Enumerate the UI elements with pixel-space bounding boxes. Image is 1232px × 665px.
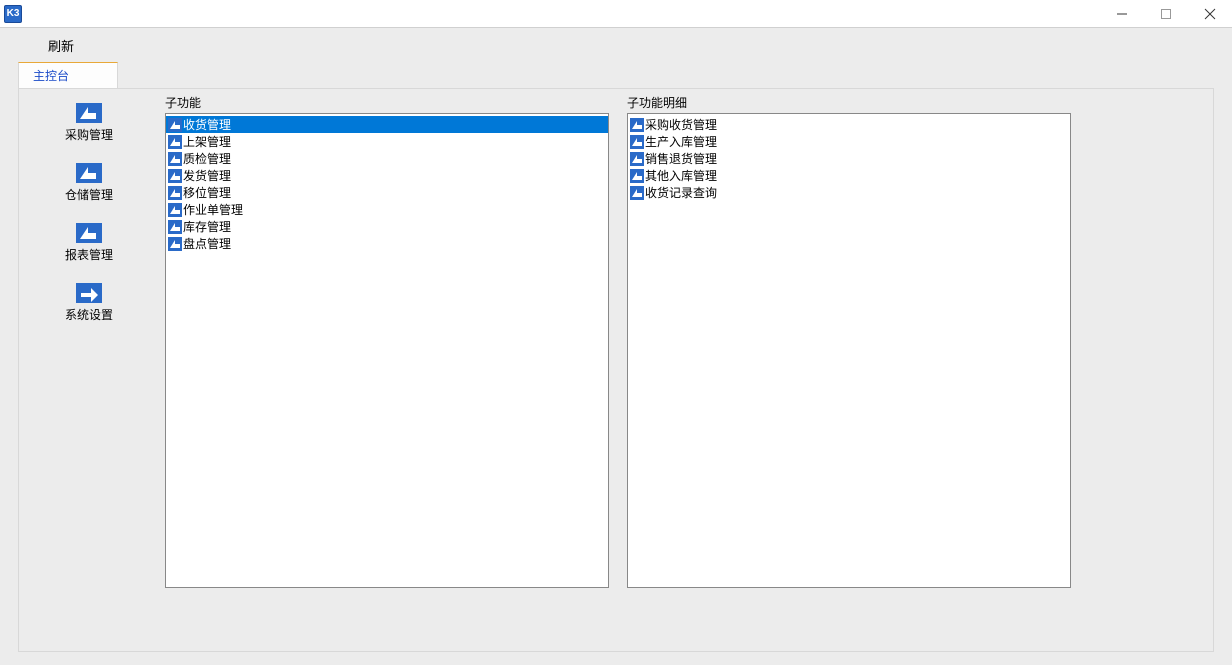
module-icon [168, 152, 182, 166]
sub-function-detail-item[interactable]: 其他入库管理 [628, 167, 1070, 184]
sub-function-detail-label: 销售退货管理 [645, 150, 717, 167]
sub-function-item[interactable]: 库存管理 [166, 218, 608, 235]
tab-content: 采购管理 仓储管理 报表管理 系统设置 [18, 88, 1214, 652]
sub-function-detail-item[interactable]: 生产入库管理 [628, 133, 1070, 150]
sub-function-list[interactable]: 收货管理上架管理质检管理发货管理移位管理作业单管理库存管理盘点管理 [165, 113, 609, 588]
sub-function-item[interactable]: 作业单管理 [166, 201, 608, 218]
module-icon [168, 237, 182, 251]
maximize-button[interactable] [1144, 0, 1188, 28]
module-icon [630, 186, 644, 200]
purchase-icon [76, 103, 102, 123]
sub-function-label: 上架管理 [183, 133, 231, 150]
sidebar-item-purchase[interactable]: 采购管理 [19, 103, 159, 143]
refresh-button[interactable]: 刷新 [40, 32, 82, 59]
module-icon [168, 186, 182, 200]
close-button[interactable] [1188, 0, 1232, 28]
module-icon [168, 220, 182, 234]
sub-function-label: 盘点管理 [183, 235, 231, 252]
sidebar-item-label: 仓储管理 [65, 186, 113, 203]
sidebar-item-warehouse[interactable]: 仓储管理 [19, 163, 159, 203]
sub-function-title: 子功能 [165, 94, 609, 111]
sidebar-item-reports[interactable]: 报表管理 [19, 223, 159, 263]
module-icon [168, 135, 182, 149]
reports-icon [76, 223, 102, 243]
sidebar-item-label: 报表管理 [65, 246, 113, 263]
sub-function-label: 收货管理 [183, 116, 231, 133]
sub-function-detail-label: 收货记录查询 [645, 184, 717, 201]
module-icon [630, 152, 644, 166]
sub-function-detail-label: 采购收货管理 [645, 116, 717, 133]
toolbar: 刷新 [0, 28, 1232, 62]
sub-function-detail-label: 其他入库管理 [645, 167, 717, 184]
sub-function-label: 库存管理 [183, 218, 231, 235]
sub-function-item[interactable]: 盘点管理 [166, 235, 608, 252]
sub-function-item[interactable]: 收货管理 [166, 116, 608, 133]
tab-header: 主控台 [18, 62, 1214, 88]
sub-function-label: 作业单管理 [183, 201, 243, 218]
settings-icon [76, 283, 102, 303]
module-icon [168, 169, 182, 183]
sub-function-label: 发货管理 [183, 167, 231, 184]
sidebar: 采购管理 仓储管理 报表管理 系统设置 [19, 89, 159, 651]
sub-function-item[interactable]: 发货管理 [166, 167, 608, 184]
sidebar-item-label: 采购管理 [65, 126, 113, 143]
sub-function-item[interactable]: 质检管理 [166, 150, 608, 167]
module-icon [168, 118, 182, 132]
sub-function-label: 质检管理 [183, 150, 231, 167]
sidebar-item-label: 系统设置 [65, 306, 113, 323]
module-icon [630, 118, 644, 132]
sub-function-item[interactable]: 移位管理 [166, 184, 608, 201]
minimize-button[interactable] [1100, 0, 1144, 28]
sub-function-detail-title: 子功能明细 [627, 94, 1071, 111]
sub-function-detail-item[interactable]: 采购收货管理 [628, 116, 1070, 133]
sub-function-item[interactable]: 上架管理 [166, 133, 608, 150]
titlebar: K3 [0, 0, 1232, 28]
module-icon [630, 135, 644, 149]
sidebar-item-settings[interactable]: 系统设置 [19, 283, 159, 323]
sub-function-detail-item[interactable]: 销售退货管理 [628, 150, 1070, 167]
tab-main-console[interactable]: 主控台 [18, 62, 118, 88]
window-controls [1100, 0, 1232, 28]
app-icon: K3 [4, 5, 22, 23]
module-icon [168, 203, 182, 217]
sub-function-detail-item[interactable]: 收货记录查询 [628, 184, 1070, 201]
sub-function-detail-label: 生产入库管理 [645, 133, 717, 150]
module-icon [630, 169, 644, 183]
warehouse-icon [76, 163, 102, 183]
sub-function-detail-list[interactable]: 采购收货管理生产入库管理销售退货管理其他入库管理收货记录查询 [627, 113, 1071, 588]
sub-function-label: 移位管理 [183, 184, 231, 201]
